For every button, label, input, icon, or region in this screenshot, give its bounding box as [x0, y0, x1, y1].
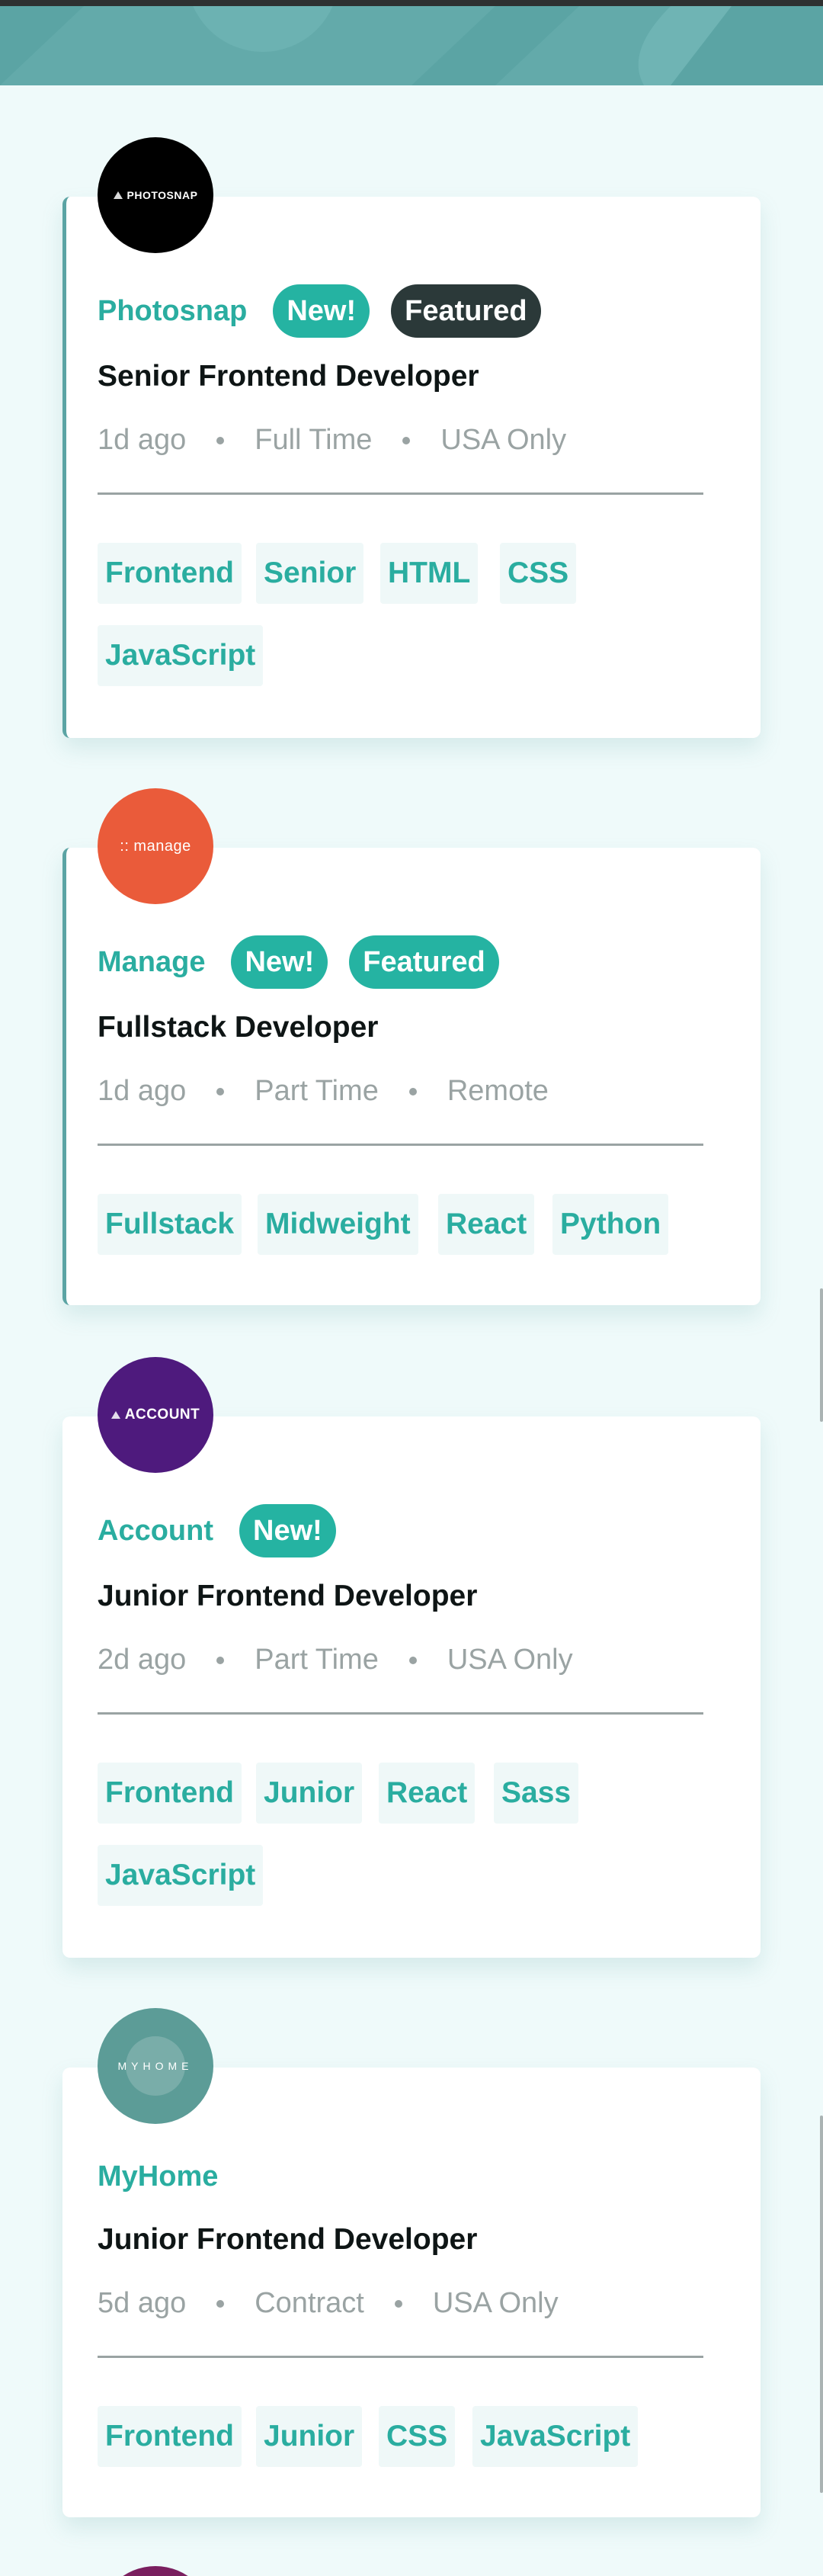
posted-at: 1d ago	[98, 1075, 187, 1107]
company-logo-account: ACCOUNT	[98, 1357, 213, 1473]
filter-tag[interactable]: Midweight	[258, 1194, 418, 1255]
scrollbar-thumb[interactable]	[820, 2116, 823, 2493]
scrollbar-thumb[interactable]	[820, 1288, 823, 1422]
posted-at: 5d ago	[98, 2287, 187, 2319]
filter-tag[interactable]: Junior	[256, 2406, 363, 2467]
job-location: USA Only	[447, 1644, 573, 1676]
company-logo-next	[98, 2566, 213, 2576]
job-meta: 5d ago Contract USA Only	[98, 2287, 559, 2320]
separator-dot	[216, 436, 225, 444]
company-name[interactable]: Account	[98, 1515, 213, 1548]
filter-tag[interactable]: CSS	[379, 2406, 456, 2467]
company-logo-myhome: MYHOME	[98, 2008, 213, 2124]
separator-dot	[394, 2299, 402, 2308]
company-logo-manage: :: manage	[98, 788, 213, 904]
job-position[interactable]: Junior Frontend Developer	[98, 2223, 477, 2257]
separator-dot	[402, 436, 411, 444]
new-badge: New!	[273, 284, 370, 338]
card-divider	[98, 1712, 703, 1715]
separator-dot	[216, 2299, 225, 2308]
job-meta: 2d ago Part Time USA Only	[98, 1644, 573, 1676]
filter-tag[interactable]: JavaScript	[98, 1845, 264, 1906]
card-divider	[98, 2356, 703, 2358]
filter-tag[interactable]: HTML	[380, 543, 479, 604]
job-position[interactable]: Senior Frontend Developer	[98, 360, 479, 393]
contract-type: Part Time	[255, 1644, 379, 1676]
filter-tag[interactable]: Junior	[256, 1763, 363, 1824]
featured-badge: Featured	[349, 935, 499, 989]
new-badge: New!	[231, 935, 328, 989]
posted-at: 1d ago	[98, 424, 187, 456]
job-position[interactable]: Fullstack Developer	[98, 1011, 378, 1044]
job-location: USA Only	[440, 424, 567, 456]
filter-tag[interactable]: Fullstack	[98, 1194, 242, 1255]
job-position[interactable]: Junior Frontend Developer	[98, 1580, 477, 1613]
filter-tag[interactable]: React	[379, 1763, 476, 1824]
company-name[interactable]: Photosnap	[98, 295, 247, 328]
header-pattern	[0, 6, 823, 85]
company-name[interactable]: MyHome	[98, 2161, 218, 2193]
separator-dot	[216, 1656, 225, 1664]
header-banner	[0, 6, 823, 85]
separator-dot	[216, 1087, 225, 1096]
top-bar	[0, 0, 823, 6]
filter-tag[interactable]: React	[438, 1194, 535, 1255]
new-badge: New!	[239, 1504, 336, 1557]
filter-tag[interactable]: Senior	[256, 543, 364, 604]
separator-dot	[408, 1087, 417, 1096]
job-meta: 1d ago Full Time USA Only	[98, 424, 566, 457]
card-divider	[98, 492, 703, 495]
card-divider	[98, 1144, 703, 1146]
company-name[interactable]: Manage	[98, 946, 205, 979]
filter-tag[interactable]: Frontend	[98, 2406, 242, 2467]
job-location: Remote	[447, 1075, 549, 1107]
filter-tag[interactable]: JavaScript	[472, 2406, 639, 2467]
account-logo-icon	[110, 1411, 120, 1419]
company-logo-photosnap: PHOTOSNAP	[98, 137, 213, 253]
posted-at: 2d ago	[98, 1644, 187, 1676]
job-meta: 1d ago Part Time Remote	[98, 1075, 549, 1108]
contract-type: Contract	[255, 2287, 364, 2319]
separator-dot	[408, 1656, 417, 1664]
job-location: USA Only	[432, 2287, 559, 2319]
photosnap-logo-icon	[113, 191, 123, 199]
contract-type: Full Time	[255, 424, 373, 456]
filter-tag[interactable]: Python	[552, 1194, 669, 1255]
filter-tag[interactable]: Frontend	[98, 1763, 242, 1824]
filter-tag[interactable]: Frontend	[98, 543, 242, 604]
featured-badge: Featured	[391, 284, 541, 338]
contract-type: Part Time	[255, 1075, 379, 1107]
filter-tag[interactable]: Sass	[494, 1763, 579, 1824]
filter-tag[interactable]: CSS	[500, 543, 577, 604]
filter-tag[interactable]: JavaScript	[98, 625, 264, 686]
